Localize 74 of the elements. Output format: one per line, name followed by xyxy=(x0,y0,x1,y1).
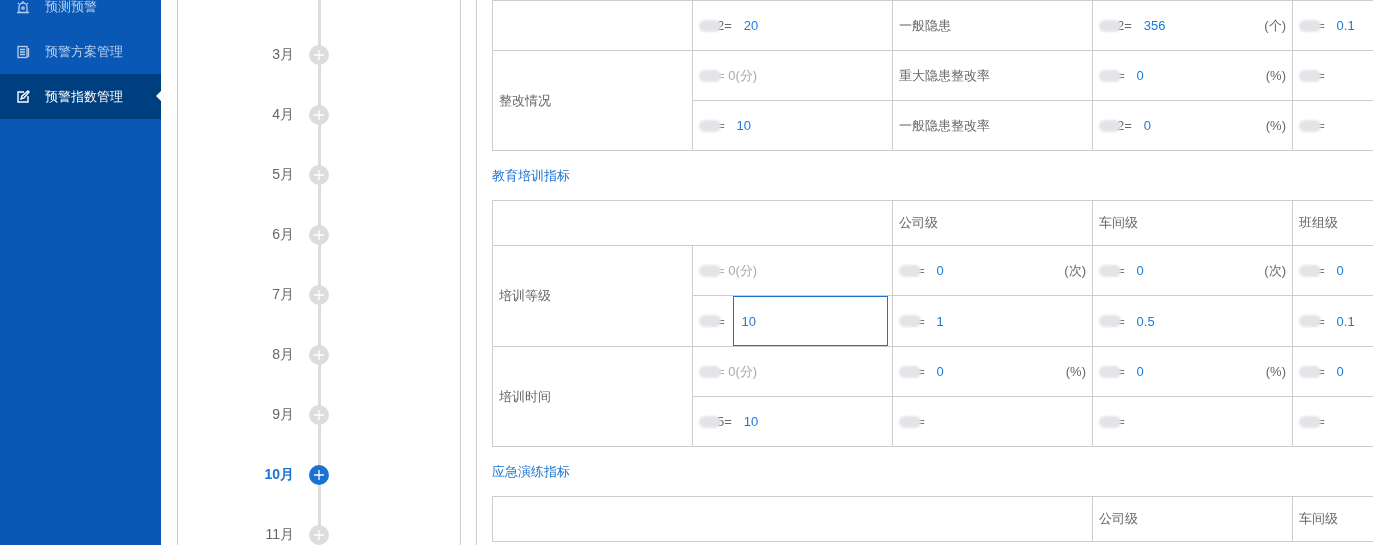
formula-label: = xyxy=(1317,263,1325,278)
indicator-name: 一般隐患 xyxy=(899,16,951,35)
section-title: 应急演练指标 xyxy=(492,464,570,480)
unit-text: (%) xyxy=(1265,68,1286,83)
value-text: 0.5 xyxy=(1136,313,1155,329)
month-label[interactable]: 10月 xyxy=(178,466,294,484)
value-text: 0 xyxy=(1336,263,1344,278)
value-text: 0.1 xyxy=(1336,313,1355,329)
value-text: 0 xyxy=(1136,364,1144,379)
unit-text: (%) xyxy=(1265,118,1286,133)
value-text: 0 xyxy=(1136,263,1144,278)
formula-label: 5= xyxy=(717,414,732,429)
month-label[interactable]: 6月 xyxy=(178,226,294,244)
column-header: 公司级 xyxy=(899,214,938,232)
month-label[interactable]: 5月 xyxy=(178,166,294,184)
indicator-name: 一般隐患整改率 xyxy=(899,116,990,135)
formula-label: = xyxy=(917,263,925,278)
formula-label: = xyxy=(717,118,725,133)
formula-label: = xyxy=(917,364,925,379)
row-label: 培训时间 xyxy=(499,387,551,406)
formula-label: 2= xyxy=(1117,118,1132,133)
value-text: 0 xyxy=(1336,364,1344,379)
value-text: 0 xyxy=(936,263,944,278)
column-header: 公司级 xyxy=(1099,510,1138,528)
value-text: 0 xyxy=(936,364,944,379)
blurred-mark xyxy=(699,365,721,378)
blurred-mark xyxy=(699,264,721,277)
formula-label: = xyxy=(917,414,925,429)
alarm-icon xyxy=(16,0,30,14)
sidebar-item[interactable]: 预测预警 xyxy=(0,0,161,29)
unit-text: (次) xyxy=(1264,261,1286,280)
indicator-name: 重大隐患整改率 xyxy=(899,66,990,85)
month-label[interactable]: 9月 xyxy=(178,406,294,424)
formula-label: = xyxy=(1317,118,1325,133)
value-text: 10 xyxy=(743,414,759,429)
edit-icon xyxy=(16,89,30,104)
row-label: 整改情况 xyxy=(499,91,551,110)
value-text: 1 xyxy=(936,313,944,329)
month-label[interactable]: 11月 xyxy=(178,526,294,544)
formula-label: = xyxy=(1117,68,1125,83)
formula-label: = xyxy=(1317,68,1325,83)
plus-icon[interactable] xyxy=(309,465,329,485)
value-text: 20 xyxy=(743,18,759,33)
blurred-mark xyxy=(699,69,721,82)
formula-label: 2= xyxy=(717,18,732,33)
document-icon xyxy=(16,44,30,59)
formula-label: = xyxy=(1317,414,1325,429)
formula-label: = xyxy=(1117,414,1125,429)
month-label[interactable]: 4月 xyxy=(178,106,294,124)
sidebar-item[interactable]: 预警指数管理 xyxy=(0,74,161,119)
month-label[interactable]: 8月 xyxy=(178,346,294,364)
unit-text: (%) xyxy=(1065,364,1086,379)
formula-label: 2= xyxy=(1117,18,1132,33)
value-text: 0 xyxy=(1143,118,1152,133)
formula-label: = xyxy=(1317,18,1325,33)
sidebar-item[interactable]: 预警方案管理 xyxy=(0,29,161,74)
formula-label: = xyxy=(1317,364,1325,379)
value-text: 356 xyxy=(1143,18,1166,33)
formula-label: = xyxy=(1117,263,1125,278)
column-header: 班组级 xyxy=(1299,214,1338,232)
unit-text: (%) xyxy=(1265,364,1286,379)
value-text: 0 xyxy=(1136,68,1144,83)
section-title: 教育培训指标 xyxy=(492,168,570,184)
month-label[interactable]: 7月 xyxy=(178,286,294,304)
row-label: 培训等级 xyxy=(499,287,551,305)
unit-text: (次) xyxy=(1064,261,1086,280)
value-text: 10 xyxy=(736,118,752,133)
formula-label: = xyxy=(1117,364,1125,379)
column-header: 车间级 xyxy=(1299,510,1338,528)
value-input[interactable]: 10 xyxy=(732,296,888,346)
month-label[interactable]: 3月 xyxy=(178,46,294,64)
column-header: 车间级 xyxy=(1099,214,1138,232)
value-text: 0.1 xyxy=(1336,18,1355,33)
unit-text: (个) xyxy=(1264,16,1286,35)
